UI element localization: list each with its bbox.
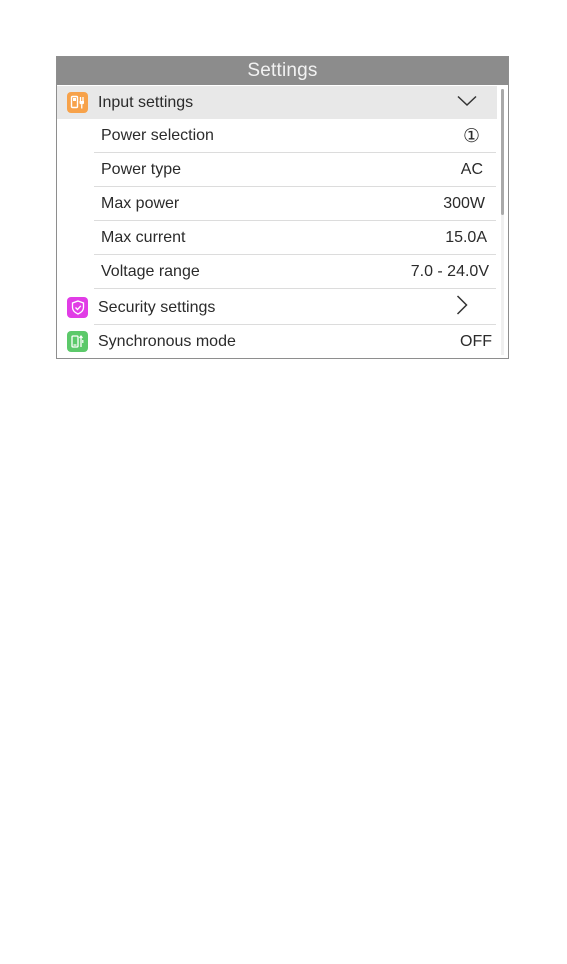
power-plug-icon [67, 92, 88, 113]
voltage-range-row[interactable]: Voltage range 7.0 - 24.0V [94, 256, 496, 289]
max-current-label: Max current [101, 229, 186, 246]
power-type-value: AC [460, 161, 483, 178]
chevron-right-icon[interactable] [456, 295, 468, 320]
voltage-range-label: Voltage range [101, 263, 200, 280]
sync-device-icon [67, 331, 88, 352]
scrollbar-thumb[interactable] [501, 89, 504, 215]
max-power-value: 300W [443, 195, 485, 212]
synchronous-mode-row[interactable]: Synchronous mode OFF [57, 325, 497, 358]
settings-title: Settings [57, 57, 508, 85]
max-current-value: 15.0A [445, 229, 487, 246]
power-selection-label: Power selection [101, 127, 214, 144]
max-power-row[interactable]: Max power 300W [94, 188, 496, 221]
max-power-label: Max power [101, 195, 180, 212]
security-settings-label: Security settings [98, 298, 216, 316]
synchronous-mode-label: Synchronous mode [98, 332, 236, 350]
settings-panel: Settings Input settings Power selection … [56, 56, 509, 359]
input-settings-row[interactable]: Input settings [57, 86, 497, 119]
power-type-label: Power type [101, 161, 182, 178]
power-selection-row[interactable]: Power selection ① [94, 120, 496, 153]
security-settings-row[interactable]: Security settings [57, 291, 497, 324]
input-settings-label: Input settings [98, 93, 194, 111]
synchronous-mode-value: OFF [460, 332, 492, 350]
power-type-row[interactable]: Power type AC [94, 154, 496, 187]
scrollbar[interactable] [501, 89, 504, 355]
chevron-down-icon[interactable] [457, 94, 477, 112]
max-current-row[interactable]: Max current 15.0A [94, 222, 496, 255]
shield-icon [67, 297, 88, 318]
power-selection-value: ① [462, 125, 480, 147]
voltage-range-value: 7.0 - 24.0V [410, 263, 489, 280]
